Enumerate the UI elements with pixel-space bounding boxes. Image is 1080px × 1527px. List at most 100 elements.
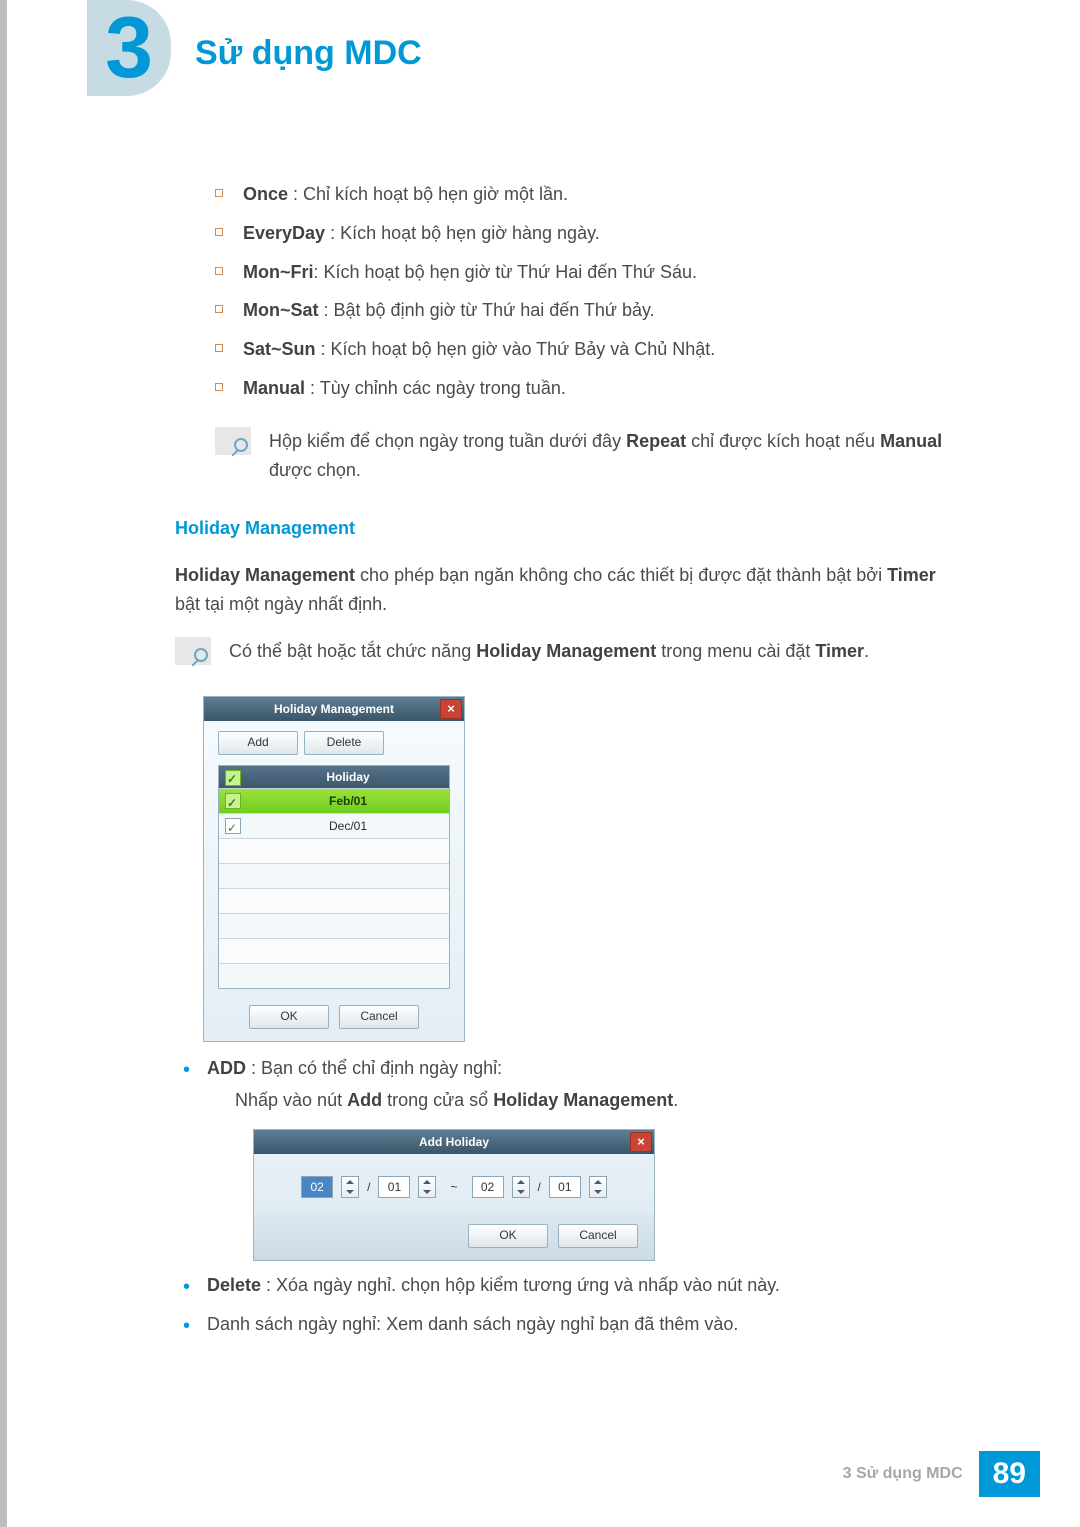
chapter-title: Sử dụng MDC [195, 34, 422, 73]
note-text-part: . [864, 641, 869, 661]
note-text-bold: Manual [880, 431, 942, 451]
dialog-actions: OK Cancel [204, 989, 464, 1041]
dialog-title: Add Holiday × [254, 1130, 654, 1154]
dialog-toolbar: Add Delete [204, 721, 464, 765]
holiday-usage-list: ADD : Bạn có thể chỉ định ngày nghỉ: Nhấ… [175, 1054, 960, 1339]
add-holiday-dialog: Add Holiday × 02 / 01 ~ 02 / 01 [253, 1129, 655, 1261]
holiday-table: Holiday Feb/01 Dec/01 [218, 765, 450, 989]
note-text-bold: Timer [815, 641, 864, 661]
page-footer: 3 Sử dụng MDC 89 [843, 1451, 1040, 1497]
table-header: Holiday [219, 766, 449, 788]
holiday-heading: Holiday Management [175, 514, 960, 543]
spinner-icon[interactable] [418, 1176, 436, 1198]
note-repeat-manual: Hộp kiểm để chọn ngày trong tuần dưới đâ… [175, 427, 960, 485]
repeat-item: Once : Chỉ kích hoạt bộ hẹn giờ một lần. [215, 180, 960, 209]
row-checkbox-cell[interactable] [219, 789, 247, 813]
dialog-title: Holiday Management × [204, 697, 464, 721]
add-sub-part: Nhấp vào nút [235, 1090, 347, 1110]
page-number: 89 [979, 1451, 1040, 1497]
table-row [219, 963, 449, 988]
repeat-item-desc: : Chỉ kích hoạt bộ hẹn giờ một lần. [288, 184, 568, 204]
add-sub-part: trong cửa sổ [382, 1090, 493, 1110]
holiday-para-bold: Holiday Management [175, 565, 355, 585]
repeat-options-list: Once : Chỉ kích hoạt bộ hẹn giờ một lần.… [175, 180, 960, 403]
delete-button[interactable]: Delete [304, 731, 384, 755]
note-text-part: chỉ được kích hoạt nếu [686, 431, 880, 451]
table-row [219, 838, 449, 863]
repeat-item-label: Manual [243, 378, 305, 398]
table-row[interactable]: Feb/01 [219, 788, 449, 813]
table-row [219, 913, 449, 938]
delete-desc: : Xóa ngày nghỉ. chọn hộp kiểm tương ứng… [261, 1275, 780, 1295]
tilde-separator: ~ [444, 1178, 463, 1197]
repeat-item-label: Sat~Sun [243, 339, 316, 359]
dialog-title-text: Holiday Management [274, 702, 394, 716]
header-holiday-label: Holiday [247, 766, 449, 788]
checkbox-icon [225, 793, 241, 809]
add-sub-part: . [673, 1090, 678, 1110]
start-day-field[interactable]: 01 [378, 1176, 410, 1198]
add-desc: : Bạn có thể chỉ định ngày nghỉ: [246, 1058, 502, 1078]
list-item: ADD : Bạn có thể chỉ định ngày nghỉ: Nhấ… [179, 1054, 960, 1262]
ok-button[interactable]: OK [468, 1224, 548, 1248]
row-holiday-value: Dec/01 [247, 814, 449, 838]
holiday-management-dialog: Holiday Management × Add Delete Holiday … [203, 696, 465, 1042]
close-icon[interactable]: × [630, 1132, 652, 1152]
checkbox-icon [225, 818, 241, 834]
spinner-icon[interactable] [589, 1176, 607, 1198]
end-day-field[interactable]: 01 [549, 1176, 581, 1198]
note-holiday-timer: Có thể bật hoặc tắt chức năng Holiday Ma… [175, 637, 960, 666]
note-text-part: Hộp kiểm để chọn ngày trong tuần dưới đâ… [269, 431, 626, 451]
holiday-paragraph: Holiday Management cho phép bạn ngăn khô… [175, 561, 960, 619]
chapter-badge: 3 [87, 0, 171, 96]
note-text-bold: Holiday Management [476, 641, 656, 661]
end-month-field[interactable]: 02 [472, 1176, 504, 1198]
add-button[interactable]: Add [218, 731, 298, 755]
slash-separator: / [367, 1178, 370, 1197]
footer-chapter-text: 3 Sử dụng MDC [843, 1465, 963, 1483]
chapter-header: 3 Sử dụng MDC [7, 0, 1080, 120]
repeat-item-desc: : Bật bộ định giờ từ Thứ hai đến Thứ bảy… [319, 300, 655, 320]
repeat-item: Mon~Fri: Kích hoạt bộ hẹn giờ từ Thứ Hai… [215, 258, 960, 287]
list-desc: Danh sách ngày nghỉ: Xem danh sách ngày … [207, 1314, 738, 1334]
repeat-item-label: EveryDay [243, 223, 325, 243]
list-item: Delete : Xóa ngày nghỉ. chọn hộp kiểm tư… [179, 1271, 960, 1300]
add-subtext: Nhấp vào nút Add trong cửa sổ Holiday Ma… [207, 1086, 960, 1115]
row-holiday-value: Feb/01 [247, 789, 449, 813]
spinner-icon[interactable] [512, 1176, 530, 1198]
cancel-button[interactable]: Cancel [558, 1224, 638, 1248]
holiday-para-part: cho phép bạn ngăn không cho các thiết bị… [355, 565, 887, 585]
spinner-icon[interactable] [341, 1176, 359, 1198]
repeat-item-desc: : Tùy chỉnh các ngày trong tuần. [305, 378, 566, 398]
chapter-number: 3 [87, 0, 171, 96]
repeat-item-desc: : Kích hoạt bộ hẹn giờ vào Thứ Bảy và Ch… [316, 339, 716, 359]
ok-button[interactable]: OK [249, 1005, 329, 1029]
table-row [219, 888, 449, 913]
repeat-item-label: Mon~Sat [243, 300, 319, 320]
note-text-part: trong menu cài đặt [656, 641, 815, 661]
repeat-item-label: Once [243, 184, 288, 204]
close-icon[interactable]: × [440, 699, 462, 719]
add-sub-bold: Holiday Management [493, 1090, 673, 1110]
add-holiday-body: 02 / 01 ~ 02 / 01 [254, 1154, 654, 1214]
start-month-field[interactable]: 02 [301, 1176, 333, 1198]
table-row[interactable]: Dec/01 [219, 813, 449, 838]
row-checkbox-cell[interactable] [219, 814, 247, 838]
repeat-item: Mon~Sat : Bật bộ định giờ từ Thứ hai đến… [215, 296, 960, 325]
repeat-item-desc: : Kích hoạt bộ hẹn giờ hàng ngày. [325, 223, 600, 243]
cancel-button[interactable]: Cancel [339, 1005, 419, 1029]
dialog-actions: OK Cancel [254, 1214, 654, 1260]
header-checkbox-cell[interactable] [219, 766, 247, 788]
repeat-item-desc: : Kích hoạt bộ hẹn giờ từ Thứ Hai đến Th… [314, 262, 698, 282]
note-text-part: Có thể bật hoặc tắt chức năng [229, 641, 476, 661]
repeat-item: EveryDay : Kích hoạt bộ hẹn giờ hàng ngà… [215, 219, 960, 248]
repeat-item-label: Mon~Fri [243, 262, 314, 282]
table-row [219, 938, 449, 963]
note-icon [215, 427, 251, 455]
note-text-bold: Repeat [626, 431, 686, 451]
delete-label: Delete [207, 1275, 261, 1295]
holiday-para-part: bật tại một ngày nhất định. [175, 594, 387, 614]
note-text-part: được chọn. [269, 460, 361, 480]
checkbox-icon [225, 770, 241, 786]
dialog-title-text: Add Holiday [419, 1135, 489, 1149]
